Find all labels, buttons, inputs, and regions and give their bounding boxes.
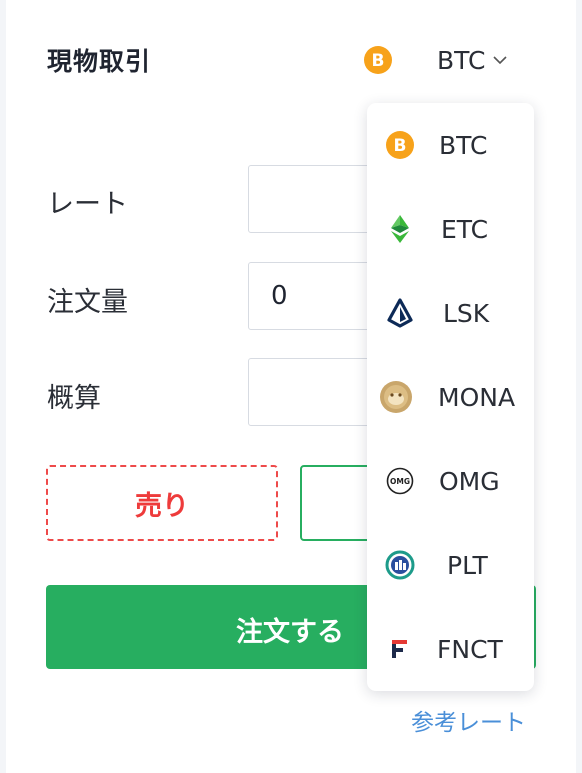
coin-selector[interactable]: B BTC xyxy=(363,40,507,80)
coin-option-label: PLT xyxy=(447,550,488,580)
coin-option-label: FNCT xyxy=(437,634,503,664)
rate-label: レート xyxy=(47,189,128,220)
coin-option-lsk[interactable]: LSK xyxy=(367,271,534,355)
coin-option-label: ETC xyxy=(441,214,489,244)
selected-coin-label: BTC xyxy=(437,45,486,75)
coin-option-label: LSK xyxy=(443,298,490,328)
sell-button[interactable]: 売り xyxy=(46,465,278,541)
svg-text:B: B xyxy=(372,51,385,71)
coin-option-label: MONA xyxy=(438,382,516,412)
coin-option-btc[interactable]: B BTC xyxy=(367,103,534,187)
amount-label: 注文量 xyxy=(47,287,128,318)
page-title: 現物取引 xyxy=(47,47,152,76)
estimate-label: 概算 xyxy=(47,383,101,414)
ethereum-classic-icon xyxy=(385,214,415,244)
coin-option-label: BTC xyxy=(439,130,488,160)
reference-rate-link[interactable]: 参考レート xyxy=(411,703,526,737)
svg-text:OMG: OMG xyxy=(390,477,410,486)
lisk-icon xyxy=(385,298,415,328)
coin-option-plt[interactable]: PLT xyxy=(367,523,534,607)
coin-option-omg[interactable]: OMG OMG xyxy=(367,439,534,523)
coin-dropdown: B BTC ETC LSK MONA OMG OMG PLT FNCT xyxy=(367,103,534,691)
order-button-label: 注文する xyxy=(236,617,344,648)
omg-icon: OMG xyxy=(385,466,415,496)
bitcoin-icon: B xyxy=(385,130,415,160)
coin-option-fnct[interactable]: FNCT xyxy=(367,607,534,691)
svg-text:B: B xyxy=(394,136,407,156)
palette-token-icon xyxy=(385,550,415,580)
chevron-down-icon xyxy=(493,55,507,64)
fnct-icon xyxy=(385,634,415,664)
coin-option-mona[interactable]: MONA xyxy=(367,355,534,439)
coin-option-etc[interactable]: ETC xyxy=(367,187,534,271)
coin-option-label: OMG xyxy=(439,466,500,496)
bitcoin-icon: B xyxy=(364,46,392,74)
monacoin-icon xyxy=(379,380,413,414)
